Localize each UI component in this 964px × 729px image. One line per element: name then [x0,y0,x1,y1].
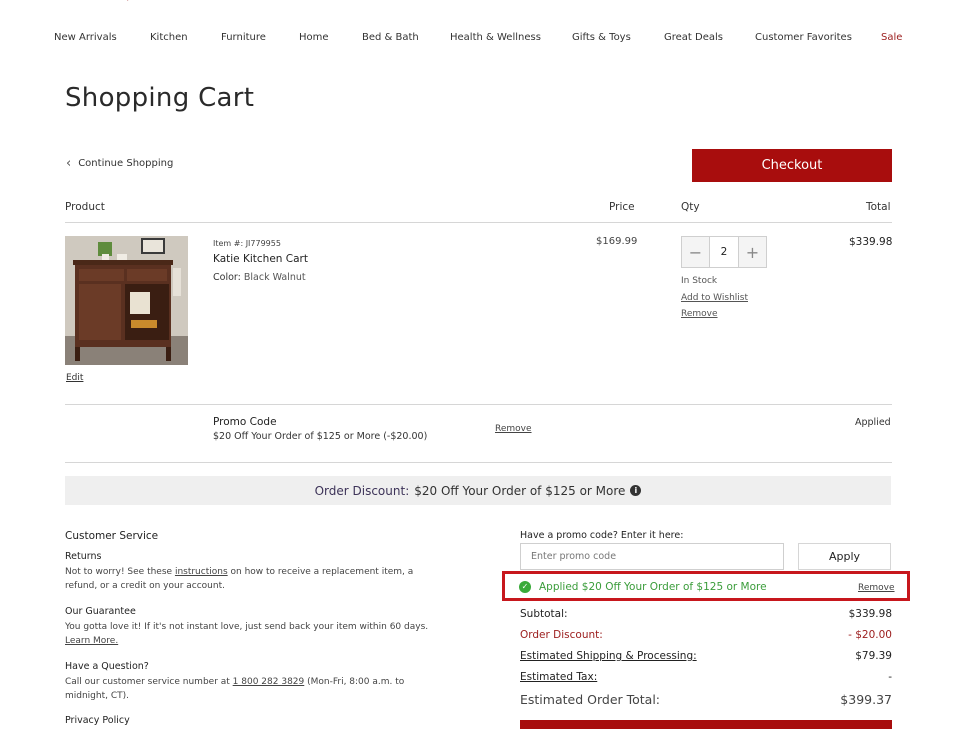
item-name[interactable]: Katie Kitchen Cart [213,253,308,265]
checkout-button[interactable]: Checkout [692,149,892,182]
divider [65,404,892,405]
continue-shopping-link[interactable]: ‹ Continue Shopping [66,155,174,171]
minus-icon: − [688,242,703,262]
returns-title: Returns [65,551,102,562]
header-product: Product [65,201,105,213]
chevron-left-icon: ‹ [66,155,72,171]
shipping-label-link[interactable]: Estimated Shipping & Processing: [520,650,697,662]
order-total-label: Estimated Order Total: [520,692,661,707]
promo-code-description: $20 Off Your Order of $125 or More (-$20… [213,431,428,442]
subtotal-label: Subtotal: [520,608,568,620]
info-icon[interactable]: i [630,485,642,496]
quantity-stepper: − 2 + [681,236,767,268]
guarantee-text: You gotta love it! If it's not instant l… [65,620,445,648]
promo-code-title: Promo Code [213,416,277,428]
tax-label-link[interactable]: Estimated Tax: [520,671,597,683]
remove-promo-link[interactable]: Remove [495,424,532,434]
item-color: Color: Black Walnut [213,272,306,283]
nav-home[interactable]: Home [299,32,329,43]
logo-fragment[interactable]: ꞌ [126,0,152,8]
order-total-row: Estimated Order Total: $399.37 [520,692,892,707]
order-discount-label: Order Discount: [314,483,410,498]
nav-sale[interactable]: Sale [881,32,902,43]
phone-link[interactable]: 1 800 282 3829 [233,677,305,687]
order-discount-row: Order Discount: - $20.00 [520,629,892,641]
guarantee-title: Our Guarantee [65,606,136,617]
remove-applied-promo-link[interactable]: Remove [858,583,895,593]
order-discount-text: $20 Off Your Order of $125 or More [414,483,626,498]
shipping-value: $79.39 [855,650,892,662]
tax-value: - [888,671,892,683]
tax-row: Estimated Tax: - [520,671,892,683]
applied-promo-text: Applied $20 Off Your Order of $125 or Mo… [539,581,767,593]
nav-bed-bath[interactable]: Bed & Bath [362,32,419,43]
divider [65,222,892,223]
add-to-wishlist-link[interactable]: Add to Wishlist [681,293,748,303]
subtotal-value: $339.98 [848,608,892,620]
customer-service-title: Customer Service [65,530,159,542]
color-value: Black Walnut [243,272,306,283]
main-nav: New Arrivals Kitchen Furniture Home Bed … [0,32,964,48]
stock-status: In Stock [681,276,718,286]
question-text: Call our customer service number at 1 80… [65,675,445,703]
divider [65,462,892,463]
order-discount-bar: Order Discount: $20 Off Your Order of $1… [65,476,891,505]
header-price: Price [609,201,635,213]
learn-more-link[interactable]: Learn More. [65,636,118,646]
continue-shopping-label: Continue Shopping [78,158,174,169]
decrease-quantity-button[interactable]: − [682,237,709,267]
header-qty: Qty [681,201,700,213]
nav-customer-favorites[interactable]: Customer Favorites [755,32,852,43]
item-number: Item #: JI779955 [213,239,281,248]
applied-promo-highlight: ✓ Applied $20 Off Your Order of $125 or … [502,571,910,601]
promo-entry-label: Have a promo code? Enter it here: [520,530,684,541]
nav-furniture[interactable]: Furniture [221,32,266,43]
applied-promo-message: ✓ Applied $20 Off Your Order of $125 or … [519,581,767,593]
item-total: $339.98 [849,236,893,248]
plus-icon: + [745,242,760,262]
promo-status: Applied [855,417,891,428]
nav-great-deals[interactable]: Great Deals [664,32,723,43]
nav-health-wellness[interactable]: Health & Wellness [450,32,541,43]
product-image[interactable] [65,236,188,365]
item-price: $169.99 [596,236,638,247]
order-discount-value: - $20.00 [848,629,892,641]
instructions-link[interactable]: instructions [175,567,228,577]
question-text-part: Call our customer service number at [65,677,233,687]
remove-item-link[interactable]: Remove [681,309,718,319]
check-circle-icon: ✓ [519,581,531,593]
page-title: Shopping Cart [65,83,255,113]
kitchen-cart-illustration [65,236,188,365]
guarantee-text-part: You gotta love it! If it's not instant l… [65,622,429,632]
subtotal-row: Subtotal: $339.98 [520,608,892,620]
edit-item-link[interactable]: Edit [66,373,83,383]
quantity-value[interactable]: 2 [709,237,739,267]
returns-text: Not to worry! See these instructions on … [65,565,445,593]
returns-text-part: Not to worry! See these [65,567,175,577]
increase-quantity-button[interactable]: + [739,237,766,267]
promo-code-input[interactable] [520,543,784,570]
privacy-policy-link[interactable]: Privacy Policy [65,715,130,726]
nav-kitchen[interactable]: Kitchen [150,32,188,43]
nav-gifts-toys[interactable]: Gifts & Toys [572,32,631,43]
order-total-value: $399.37 [840,692,892,707]
question-title: Have a Question? [65,661,149,672]
secondary-checkout-button[interactable] [520,720,892,729]
order-discount-summary-label: Order Discount: [520,629,603,641]
shipping-row: Estimated Shipping & Processing: $79.39 [520,650,892,662]
header-total: Total [866,201,891,213]
nav-new-arrivals[interactable]: New Arrivals [54,32,117,43]
apply-promo-button[interactable]: Apply [798,543,891,570]
color-label: Color: [213,272,241,283]
